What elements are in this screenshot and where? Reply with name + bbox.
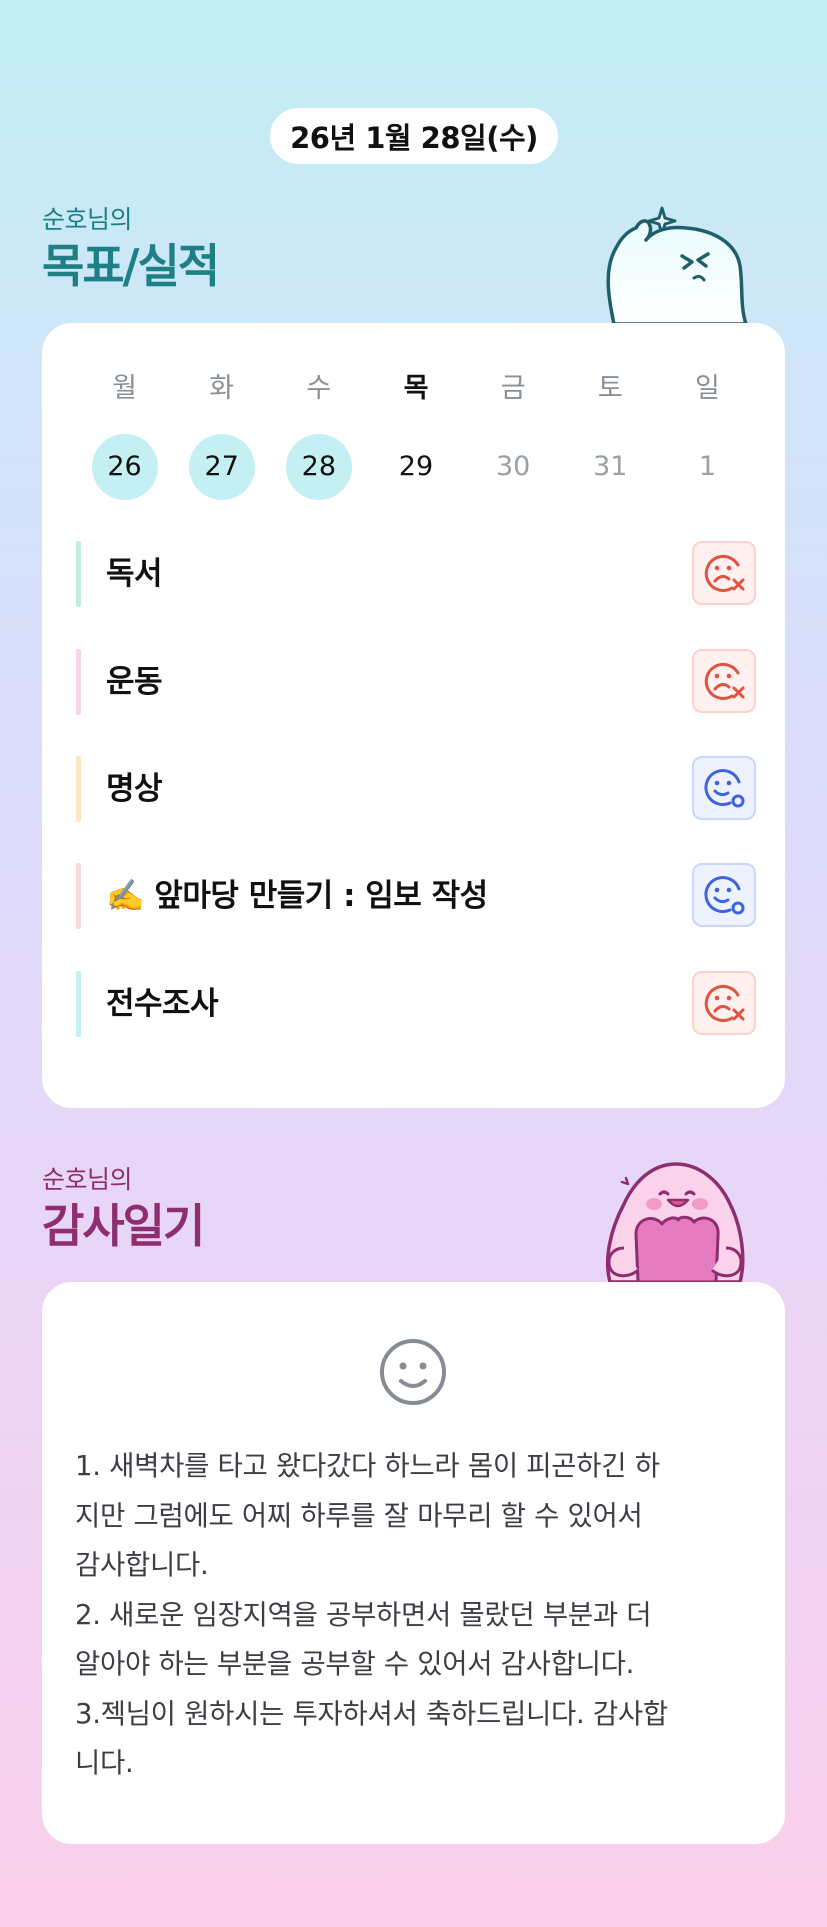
calendar-day[interactable]: 화 27 bbox=[173, 369, 270, 500]
goal-status-button[interactable] bbox=[692, 756, 756, 820]
goal-color-bar bbox=[76, 649, 81, 715]
smile-o-icon bbox=[704, 769, 745, 808]
weekday-label: 화 bbox=[209, 373, 235, 404]
sad-x-icon bbox=[704, 662, 745, 700]
goal-color-bar bbox=[76, 541, 81, 607]
date-number: 28 bbox=[285, 434, 352, 500]
heart-mascot-icon bbox=[605, 1162, 745, 1282]
goal-color-bar bbox=[76, 863, 81, 929]
date-number: 26 bbox=[91, 434, 158, 500]
goal-label: 독서 bbox=[106, 556, 163, 592]
date-number: 27 bbox=[188, 434, 255, 500]
weekday-label: 목 bbox=[403, 373, 429, 404]
goal-label: ✍️ 앞마당 만들기 : 임보 작성 bbox=[106, 878, 488, 914]
goals-title: 목표/실적 bbox=[42, 239, 220, 293]
calendar-day[interactable]: 목 29 bbox=[367, 369, 464, 500]
calendar-day[interactable]: 토 31 bbox=[562, 369, 659, 500]
goal-status-button[interactable] bbox=[692, 971, 756, 1035]
goal-status-button[interactable] bbox=[692, 863, 756, 927]
goal-color-bar bbox=[76, 756, 81, 822]
gratitude-diary-card: 1. 새벽차를 타고 왔다갔다 하느라 몸이 피곤하긴 하 지만 그럼에도 어찌… bbox=[42, 1282, 785, 1844]
date-number: 1 bbox=[698, 451, 716, 482]
goal-row: ✍️ 앞마당 만들기 : 임보 작성 bbox=[76, 863, 756, 929]
date-number: 30 bbox=[495, 451, 531, 482]
smile-face-icon[interactable] bbox=[378, 1337, 448, 1407]
sad-x-icon bbox=[704, 984, 745, 1022]
smile-o-icon bbox=[704, 876, 745, 915]
goal-row: 운동 bbox=[76, 649, 756, 715]
date-number: 31 bbox=[593, 451, 628, 482]
goal-row: 명상 bbox=[76, 756, 756, 822]
calendar-day[interactable]: 수 28 bbox=[270, 369, 367, 500]
goal-status-button[interactable] bbox=[692, 649, 756, 713]
date-selector[interactable]: 26년 1월 28일(수) bbox=[270, 108, 558, 164]
ghost-mascot-icon bbox=[606, 206, 748, 324]
goal-row: 독서 bbox=[76, 541, 756, 607]
diary-title: 감사일기 bbox=[42, 1199, 205, 1253]
weekday-label: 수 bbox=[306, 373, 332, 404]
goal-color-bar bbox=[76, 971, 81, 1037]
calendar-day[interactable]: 일 1 bbox=[659, 369, 756, 500]
weekday-label: 일 bbox=[694, 373, 720, 404]
weekday-label: 토 bbox=[597, 373, 623, 404]
weekday-label: 금 bbox=[500, 373, 526, 404]
weekday-label: 월 bbox=[112, 373, 137, 404]
date-number: 29 bbox=[398, 451, 434, 482]
goal-row: 전수조사 bbox=[76, 971, 756, 1037]
week-calendar: 월 26 화 27 수 28 목 29 금 30 토 31 일 1 bbox=[76, 369, 756, 500]
sad-x-icon bbox=[704, 554, 745, 592]
calendar-day[interactable]: 금 30 bbox=[465, 369, 562, 500]
goals-card: 월 26 화 27 수 28 목 29 금 30 토 31 일 1 독서 운동 … bbox=[42, 323, 785, 1108]
goal-label: 운동 bbox=[106, 664, 163, 700]
goal-label: 명상 bbox=[106, 771, 163, 807]
goal-status-button[interactable] bbox=[692, 541, 756, 605]
gratitude-diary-text: 1. 새벽차를 타고 왔다갔다 하느라 몸이 피곤하긴 하 지만 그럼에도 어찌… bbox=[75, 1450, 668, 1779]
goal-label: 전수조사 bbox=[106, 986, 219, 1022]
calendar-day[interactable]: 월 26 bbox=[76, 369, 173, 500]
